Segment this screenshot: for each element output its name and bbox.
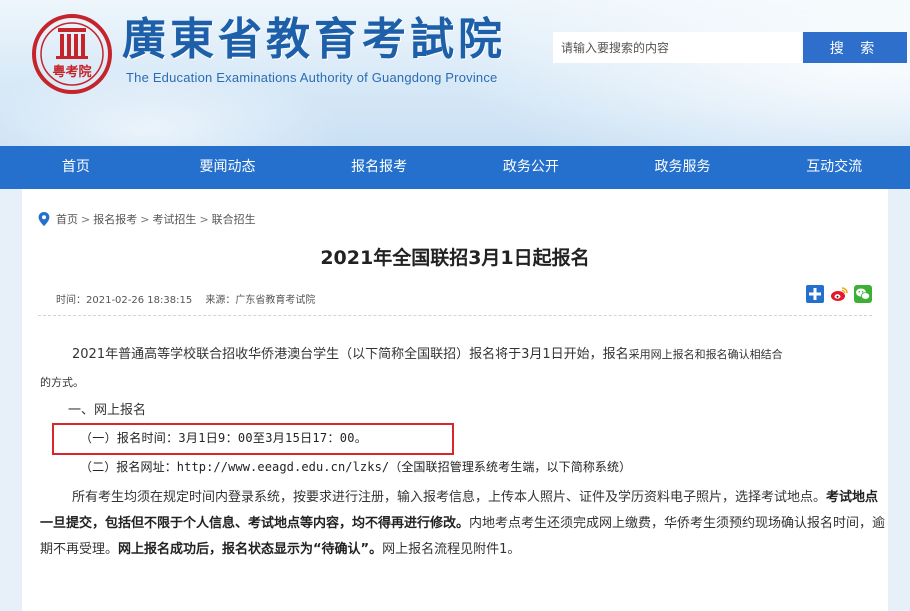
para-part-d: 网上报名成功后，报名状态显示为“待确认”。 [118, 542, 383, 557]
main-nav: 首页 要闻动态 报名报考 政务公开 政务服务 互动交流 [0, 146, 910, 189]
instructions-paragraph: 所有考生均须在规定时间内登录系统，按要求进行注册，输入报考信息，上传本人照片、证… [40, 485, 890, 563]
share-bar [806, 285, 872, 303]
site-subtitle: The Education Examinations Authority of … [126, 70, 498, 85]
section-heading-online-registration: 一、网上报名 [68, 403, 147, 418]
seal-text: 粤考院 [52, 64, 91, 80]
title-divider [38, 315, 872, 316]
nav-item-interaction[interactable]: 互动交流 [758, 146, 910, 189]
seal-logo-icon[interactable]: 粤考院 [30, 12, 114, 96]
intro-end: 的方式。 [40, 376, 84, 389]
breadcrumb-separator: > [140, 212, 150, 226]
article-source: 来源：广东省教育考试院 [205, 295, 316, 306]
article-container: 首页 > 报名报考 > 考试招生 > 联合招生 2021年全国联招3月1日起报名… [22, 189, 888, 611]
nav-item-services[interactable]: 政务服务 [607, 146, 759, 189]
breadcrumb-separator: > [81, 212, 91, 226]
breadcrumb-joint-admission[interactable]: 联合招生 [212, 211, 256, 227]
wechat-icon[interactable] [854, 285, 872, 303]
search-button[interactable]: 搜 索 [803, 32, 907, 63]
article-meta: 时间：2021-02-26 18:38:15 来源：广东省教育考试院 [56, 291, 315, 306]
registration-time: （一）报名时间：3月1日9：00至3月15日17：00。 [80, 431, 368, 445]
publish-time: 时间：2021-02-26 18:38:15 [56, 295, 193, 306]
nav-item-registration[interactable]: 报名报考 [303, 146, 455, 189]
site-header: 粤考院 廣東省教育考試院 The Education Examinations … [0, 0, 910, 146]
breadcrumb-exams[interactable]: 考试招生 [152, 211, 196, 227]
registration-url[interactable]: （二）报名网址：http://www.eeagd.edu.cn/lzks/（全国… [80, 458, 631, 475]
site-title: 廣東省教育考試院 [122, 14, 506, 65]
intro-small: 采用网上报名和报名确认相结合 [628, 348, 783, 361]
breadcrumb-registration[interactable]: 报名报考 [93, 211, 137, 227]
breadcrumb-home[interactable]: 首页 [56, 211, 78, 227]
breadcrumb: 首页 > 报名报考 > 考试招生 > 联合招生 [38, 211, 256, 227]
search-input[interactable] [553, 32, 801, 63]
weibo-icon[interactable] [830, 285, 848, 303]
article-title: 2021年全国联招3月1日起报名 [320, 247, 590, 269]
nav-item-home[interactable]: 首页 [0, 146, 152, 189]
intro-paragraph: 2021年普通高等学校联合招收华侨港澳台学生（以下简称全国联招）报名将于3月1日… [40, 345, 892, 365]
para-part-a: 所有考生均须在规定时间内登录系统，按要求进行注册，输入报考信息，上传本人照片、证… [72, 490, 827, 505]
intro-main: 2021年普通高等学校联合招收华侨港澳台学生（以下简称全国联招）报名将于3月1日… [72, 347, 629, 362]
breadcrumb-separator: > [199, 212, 209, 226]
para-part-e: 网上报名流程见附件1。 [382, 542, 521, 557]
nav-item-news[interactable]: 要闻动态 [152, 146, 304, 189]
nav-item-public-affairs[interactable]: 政务公开 [455, 146, 607, 189]
location-pin-icon [38, 212, 50, 226]
share-plus-icon[interactable] [806, 285, 824, 303]
